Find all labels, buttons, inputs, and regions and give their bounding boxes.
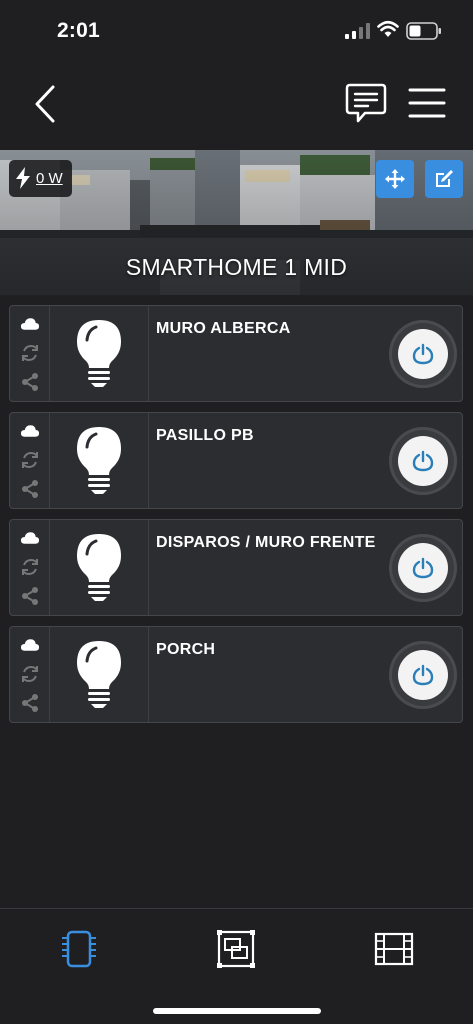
tab-bar: [0, 908, 473, 1024]
device-name: PORCH: [156, 641, 216, 658]
device-icon-area: [50, 413, 149, 508]
device-card[interactable]: DISPAROS / MURO FRENTE: [9, 519, 463, 616]
device-status-column: [10, 520, 50, 615]
tab-scenes[interactable]: [216, 929, 256, 969]
wifi-icon: [377, 20, 399, 37]
tab-media[interactable]: [374, 929, 414, 969]
move-arrows-icon: [385, 169, 405, 189]
cloud-icon: [20, 639, 40, 651]
sync-icon: [22, 451, 38, 469]
edit-button[interactable]: [425, 160, 463, 198]
status-bar: 2:01: [0, 0, 473, 62]
light-bulb-icon: [77, 320, 121, 387]
cloud-icon: [20, 425, 40, 437]
chat-icon[interactable]: [345, 82, 387, 126]
device-name: MURO ALBERCA: [156, 320, 291, 337]
device-card[interactable]: PASILLO PB: [9, 412, 463, 509]
device-name: DISPAROS / MURO FRENTE: [156, 534, 376, 551]
chevron-left-icon[interactable]: [30, 84, 60, 124]
home-title: SMARTHOME 1 MID: [125, 254, 348, 280]
scene-frames-icon: [217, 930, 255, 968]
power-consumption-indicator[interactable]: 0 W: [9, 160, 72, 197]
power-toggle-button[interactable]: [389, 534, 457, 602]
sync-icon: [22, 344, 38, 362]
device-card[interactable]: MURO ALBERCA: [9, 305, 463, 402]
device-icon-area: [50, 520, 149, 615]
power-icon: [412, 450, 434, 472]
power-toggle-button[interactable]: [389, 427, 457, 495]
film-strip-icon: [374, 932, 414, 966]
power-icon: [412, 557, 434, 579]
power-icon: [412, 664, 434, 686]
light-bulb-icon: [77, 641, 121, 708]
power-toggle-button[interactable]: [389, 320, 457, 388]
battery-icon: [406, 22, 441, 40]
cloud-icon: [20, 532, 40, 544]
share-icon[interactable]: [20, 479, 40, 499]
light-bulb-icon: [77, 534, 121, 601]
device-card[interactable]: PORCH: [9, 626, 463, 723]
home-indicator: [153, 1008, 321, 1014]
device-status-column: [10, 413, 50, 508]
device-name: PASILLO PB: [156, 427, 254, 444]
cloud-icon: [20, 318, 40, 330]
share-icon[interactable]: [20, 693, 40, 713]
lightning-bolt-icon: [16, 167, 30, 189]
status-time: 2:01: [57, 19, 100, 42]
tab-devices[interactable]: [59, 929, 99, 969]
device-icon-area: [50, 627, 149, 722]
device-icon-area: [50, 306, 149, 401]
power-toggle-button[interactable]: [389, 641, 457, 709]
device-chip-icon: [62, 930, 96, 968]
device-status-column: [10, 627, 50, 722]
move-button[interactable]: [376, 160, 414, 198]
cellular-signal-icon: [345, 23, 370, 39]
power-value[interactable]: 0 W: [36, 170, 63, 187]
sync-icon: [22, 558, 38, 576]
light-bulb-icon: [77, 427, 121, 494]
nav-bar: [0, 70, 473, 140]
edit-icon: [436, 170, 453, 187]
sync-icon: [22, 665, 38, 683]
power-icon: [412, 343, 434, 365]
share-icon[interactable]: [20, 586, 40, 606]
device-status-column: [10, 306, 50, 401]
hamburger-menu-icon[interactable]: [408, 87, 446, 119]
share-icon[interactable]: [20, 372, 40, 392]
